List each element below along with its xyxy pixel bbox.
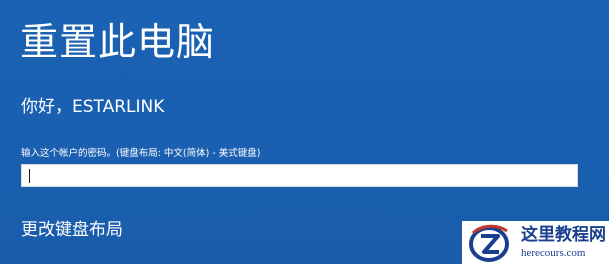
reset-pc-screen: 重置此电脑 你好，ESTARLINK 输入这个帐户的密码。(键盘布局: 中文(简…	[0, 0, 609, 264]
user-greeting: 你好，ESTARLINK	[21, 97, 165, 117]
watermark-url: herecours.com	[521, 247, 586, 259]
page-title: 重置此电脑	[20, 20, 216, 64]
watermark-name: 这里教程网	[521, 225, 606, 245]
password-prompt-label: 输入这个帐户的密码。(键盘布局: 中文(简体) - 美式键盘)	[21, 148, 261, 159]
password-input[interactable]	[21, 164, 578, 187]
text-caret	[29, 169, 30, 183]
change-keyboard-layout-link[interactable]: 更改键盘布局	[21, 218, 123, 242]
watermark: 这里教程网 herecours.com	[462, 221, 609, 264]
z-logo-icon	[469, 224, 509, 262]
